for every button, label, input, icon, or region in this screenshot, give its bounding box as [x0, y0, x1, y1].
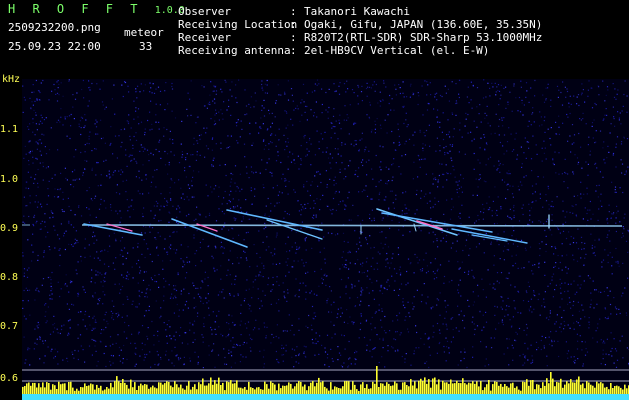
- info-sep: :: [290, 18, 297, 31]
- freq-label-0.8: 0.8: [0, 272, 19, 283]
- freq-label-1.1: 1.1: [0, 124, 19, 135]
- info-key-observer: Observer: [178, 5, 231, 18]
- freq-label-1.0: 1.0: [0, 174, 19, 185]
- info-values: Takanori Kawachi Ogaki, Gifu, JAPAN (136…: [304, 5, 542, 57]
- info-sep: :: [290, 31, 297, 44]
- app-title: H R O F F T 1.0.0: [8, 3, 185, 17]
- info-seps: : : : :: [290, 5, 297, 57]
- info-sep: :: [290, 5, 297, 18]
- info-value-observer: Takanori Kawachi: [304, 5, 410, 18]
- info-key-receiver: Receiver: [178, 31, 231, 44]
- freq-label-0.9: 0.9: [0, 223, 19, 234]
- freq-label-0.6: 0.6: [0, 373, 19, 384]
- info-keys: Observer Receiving Location Receiver Rec…: [178, 5, 297, 57]
- freq-label-0.7: 0.7: [0, 321, 19, 332]
- info-key-antenna: Receiving antenna: [178, 44, 291, 57]
- activity-baseline: [22, 394, 629, 400]
- info-key-location: Receiving Location: [178, 18, 298, 31]
- meteor-label: meteor: [124, 26, 164, 39]
- file-name: 2509232200.png: [8, 21, 101, 34]
- info-value-antenna: 2el-HB9CV Vertical (el. E-W): [304, 44, 490, 57]
- info-value-receiver: R820T2(RTL-SDR) SDR-Sharp 53.1000MHz: [304, 31, 543, 44]
- spectrogram: [22, 79, 629, 400]
- meteor-count: 33: [139, 40, 153, 53]
- info-value-location: Ogaki, Gifu, JAPAN (136.60E, 35.35N): [304, 18, 543, 31]
- y-unit-label: kHz: [2, 74, 21, 85]
- info-sep: :: [290, 44, 297, 57]
- carrier-line: [81, 224, 623, 227]
- file-datetime: 25.09.23 22:00: [8, 40, 101, 53]
- app-name: H R O F F T: [8, 2, 143, 16]
